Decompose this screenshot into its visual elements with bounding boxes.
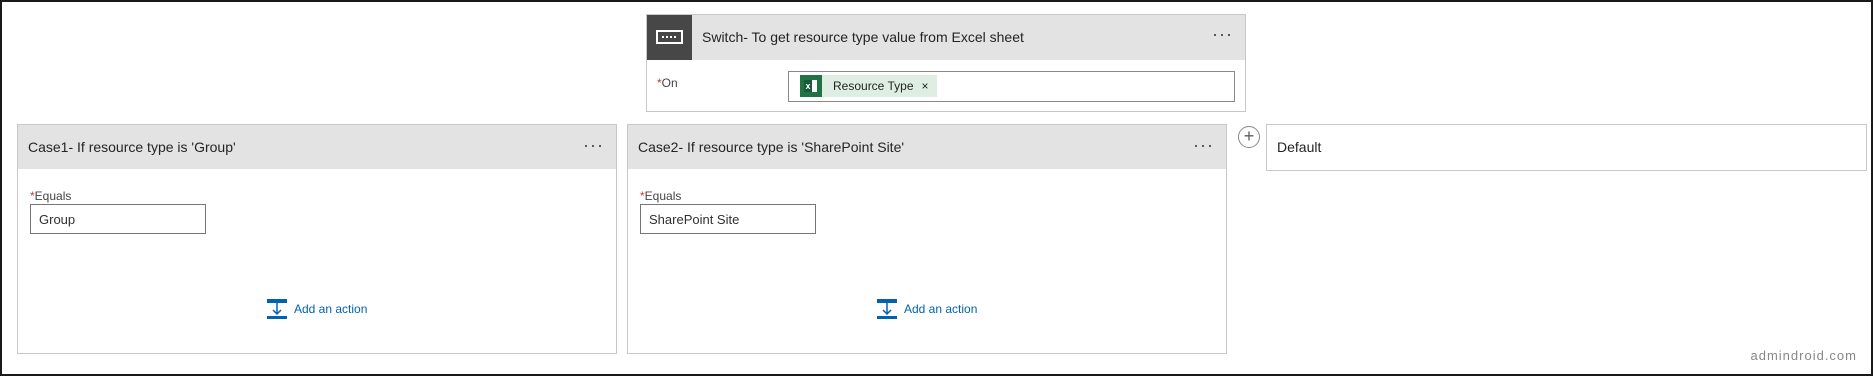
case-card-2: Case2- If resource type is 'SharePoint S… — [627, 124, 1227, 354]
on-input[interactable]: x Resource Type × — [788, 71, 1235, 102]
default-case-title[interactable]: Default — [1277, 125, 1321, 170]
case-title-1[interactable]: Case1- If resource type is 'Group' — [28, 125, 236, 169]
add-action-button-2[interactable]: Add an action — [876, 298, 977, 320]
equals-label-2: *Equals — [640, 189, 681, 203]
switch-title[interactable]: Switch- To get resource type value from … — [702, 15, 1024, 60]
add-action-button-1[interactable]: Add an action — [266, 298, 367, 320]
add-case-button[interactable]: + — [1238, 126, 1260, 148]
switch-icon — [647, 15, 692, 60]
switch-more-options-icon[interactable]: ··· — [1212, 25, 1233, 43]
add-action-icon — [877, 299, 897, 319]
case-card-1: Case1- If resource type is 'Group' ··· *… — [17, 124, 617, 354]
switch-header[interactable]: Switch- To get resource type value from … — [647, 15, 1245, 60]
equals-input-1[interactable]: Group — [30, 204, 206, 234]
equals-label-text: Equals — [644, 189, 682, 203]
add-action-label-1: Add an action — [294, 302, 368, 316]
equals-input-2[interactable]: SharePoint Site — [640, 204, 816, 234]
add-action-icon — [267, 299, 287, 319]
case-title-2[interactable]: Case2- If resource type is 'SharePoint S… — [638, 125, 904, 169]
resource-type-token[interactable]: x Resource Type × — [800, 75, 937, 97]
watermark: admindroid.com — [1750, 348, 1857, 363]
excel-icon: x — [800, 75, 822, 97]
case-header-1[interactable]: Case1- If resource type is 'Group' ··· — [18, 125, 616, 169]
on-label-text: On — [661, 76, 678, 90]
equals-label-text: Equals — [34, 189, 72, 203]
token-label: Resource Type — [833, 79, 914, 93]
case-header-2[interactable]: Case2- If resource type is 'SharePoint S… — [628, 125, 1226, 169]
on-field-label: *On — [657, 76, 678, 90]
case-2-more-options-icon[interactable]: ··· — [1193, 136, 1214, 154]
add-action-label-2: Add an action — [904, 302, 978, 316]
switch-action-card: Switch- To get resource type value from … — [646, 14, 1246, 112]
default-case-card[interactable]: Default — [1266, 124, 1867, 171]
equals-label-1: *Equals — [30, 189, 71, 203]
token-remove-icon[interactable]: × — [922, 79, 929, 93]
case-1-more-options-icon[interactable]: ··· — [583, 136, 604, 154]
